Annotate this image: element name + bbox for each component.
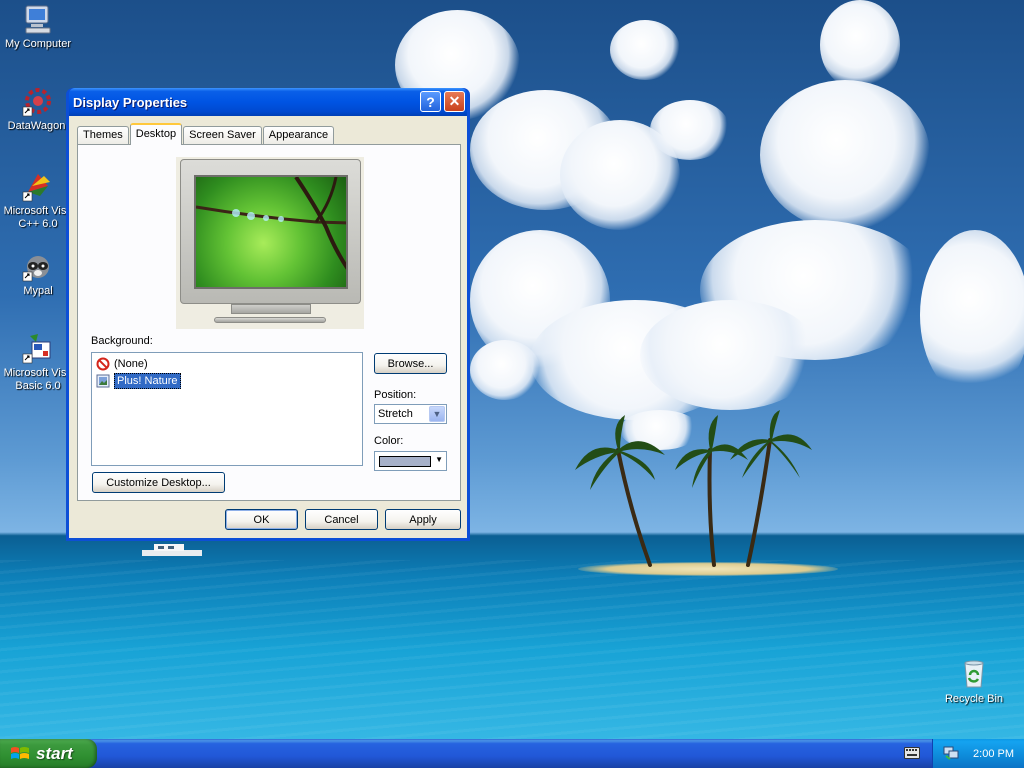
dialog-body: Themes Desktop Screen Saver Appearance B… — [69, 116, 467, 538]
desktop-icon-visual-cpp[interactable]: Microsoft Visu C++ 6.0 — [1, 170, 75, 231]
position-select[interactable]: Stretch ▼ — [374, 404, 447, 424]
start-button[interactable]: start — [0, 739, 97, 768]
desktop-icon-datawagon[interactable]: DataWagon. — [1, 85, 75, 133]
clock[interactable]: 2:00 PM — [973, 748, 1014, 760]
sea-texture — [0, 560, 1024, 739]
dialog-title: Display Properties — [73, 94, 188, 110]
computer-icon — [25, 5, 51, 34]
raccoon-icon — [22, 256, 49, 282]
system-tray: 2:00 PM — [932, 739, 1024, 768]
desktop-icon-my-computer[interactable]: My Computer — [1, 3, 75, 51]
tab-strip: Themes Desktop Screen Saver Appearance — [77, 123, 335, 145]
dialog-title-bar[interactable]: Display Properties ? ✕ — [69, 88, 467, 116]
position-value: Stretch — [378, 408, 413, 420]
tab-screen-saver[interactable]: Screen Saver — [183, 126, 262, 145]
desktop-icon-label-line2: Basic 6.0 — [15, 380, 61, 392]
apply-button[interactable]: Apply — [385, 509, 461, 530]
windows-logo-icon — [11, 746, 29, 759]
desktop-icon-label: My Computer — [4, 38, 72, 50]
background-label: Background: — [91, 335, 153, 347]
nature-wallpaper-thumbnail — [196, 177, 346, 270]
desktop-icon-label: Microsoft Visu — [3, 205, 73, 217]
datawagon-icon — [22, 88, 51, 117]
desktop-icon-label: DataWagon. — [7, 120, 69, 132]
color-label: Color: — [374, 435, 404, 447]
color-picker[interactable]: ▼ — [374, 451, 447, 471]
desktop-icon-mypal[interactable]: Mypal — [1, 250, 75, 298]
help-icon: ? — [426, 93, 435, 110]
monitor-preview — [180, 159, 361, 304]
color-swatch — [379, 456, 431, 467]
palm-trees — [575, 410, 812, 567]
desktop-icon-label: Mypal — [23, 285, 53, 297]
visual-cpp-icon — [22, 174, 50, 202]
wallpaper-preview — [176, 157, 364, 329]
desktop-tab-panel: Background: (None) Plus! Nature Browse..… — [77, 144, 461, 501]
keyboard-icon[interactable] — [904, 747, 920, 759]
list-item-label: Plus! Nature — [114, 372, 181, 389]
desktop-icon-label: Microsoft Visu — [3, 367, 73, 379]
background-list[interactable]: (None) Plus! Nature — [91, 352, 363, 466]
none-icon — [96, 357, 110, 370]
position-label: Position: — [374, 389, 417, 401]
display-properties-dialog[interactable]: Display Properties ? ✕ Themes Desktop Sc… — [66, 88, 470, 541]
browse-button[interactable]: Browse... — [374, 353, 447, 374]
ok-button[interactable]: OK — [225, 509, 298, 530]
customize-desktop-button[interactable]: Customize Desktop... — [92, 472, 225, 493]
close-icon: ✕ — [448, 93, 461, 109]
picture-icon — [96, 374, 110, 387]
boat — [142, 544, 202, 556]
start-label: start — [36, 743, 73, 763]
desktop-icon-visual-basic[interactable]: Microsoft Visu Basic 6.0 — [1, 332, 75, 393]
list-item-selected[interactable]: Plus! Nature — [96, 372, 358, 389]
recycle-bin-icon — [964, 660, 984, 688]
cancel-button[interactable]: Cancel — [305, 509, 378, 530]
chevron-down-icon: ▼ — [435, 455, 443, 464]
list-item[interactable]: (None) — [96, 355, 358, 372]
desktop-icon-label-line2: C++ 6.0 — [18, 218, 58, 230]
monitor-base — [214, 317, 326, 323]
network-icon[interactable] — [943, 746, 959, 760]
tab-appearance[interactable]: Appearance — [262, 126, 335, 145]
desktop-icon-label: Recycle Bin — [944, 693, 1004, 705]
desktop-icon-recycle-bin[interactable]: Recycle Bin — [937, 658, 1011, 706]
close-button[interactable]: ✕ — [444, 91, 465, 112]
help-button[interactable]: ? — [420, 91, 441, 112]
monitor-stand — [231, 304, 311, 314]
list-item-label: (None) — [114, 357, 148, 370]
preview-screen — [194, 175, 348, 289]
tab-themes[interactable]: Themes — [77, 126, 129, 145]
tab-desktop[interactable]: Desktop — [129, 123, 183, 145]
taskbar: start 2:00 PM — [0, 739, 1024, 768]
chevron-down-icon: ▼ — [429, 406, 445, 422]
visual-basic-icon — [22, 334, 51, 364]
